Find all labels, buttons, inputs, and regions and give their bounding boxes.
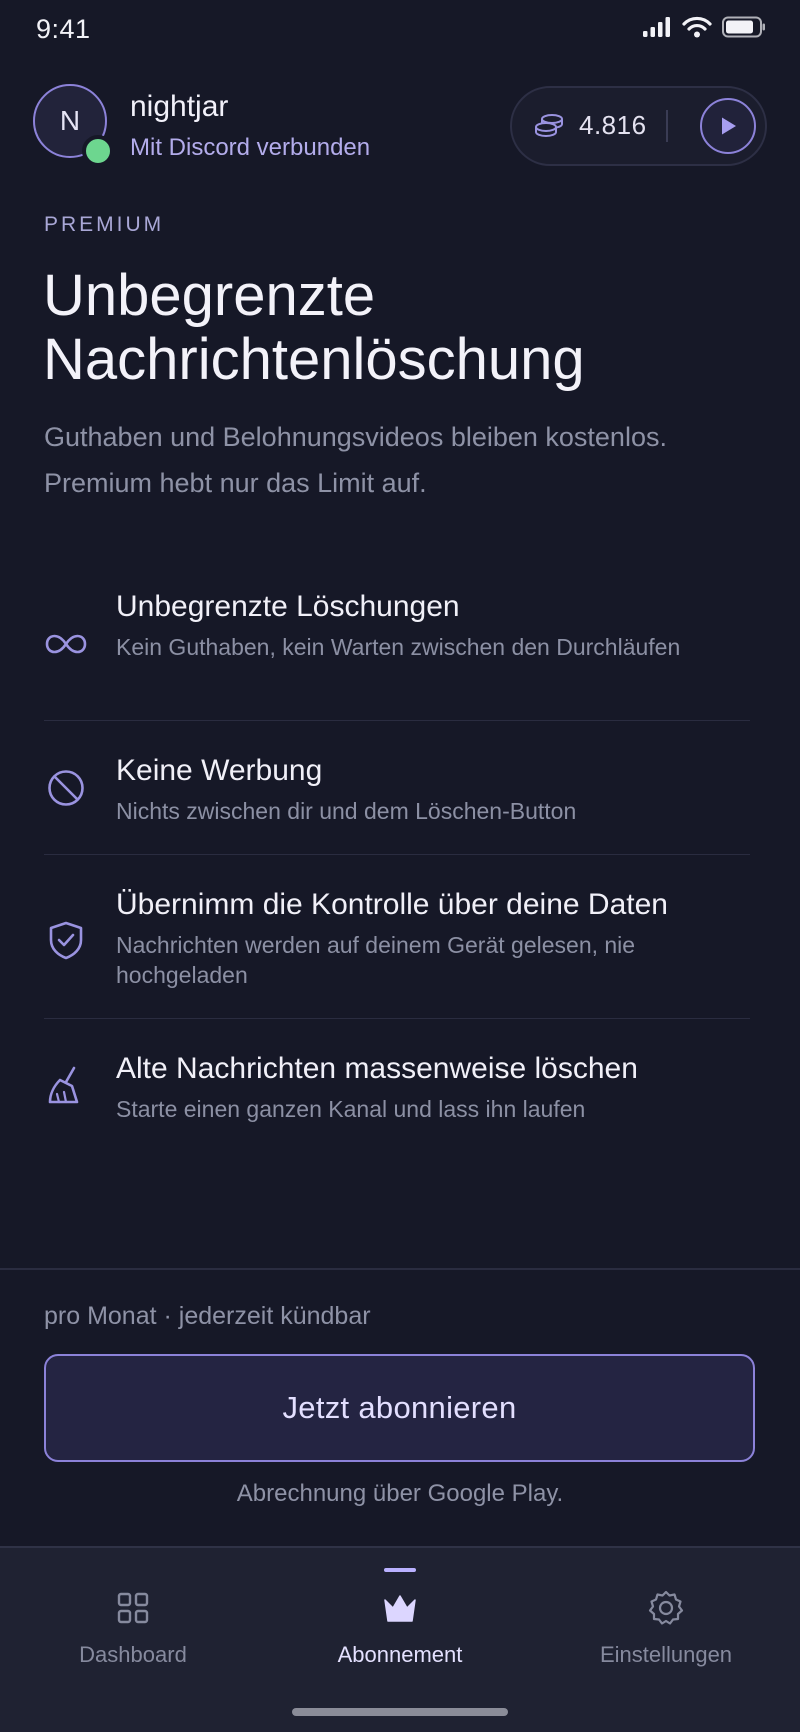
hero-subtext: Guthaben und Belohnungsvideos bleiben ko…: [44, 422, 667, 498]
nav-item-dashboard[interactable]: Dashboard: [23, 1588, 243, 1668]
nav-item-abonnement[interactable]: Abonnement: [290, 1588, 510, 1668]
feature-title: Unbegrenzte Löschungen: [116, 590, 460, 623]
wifi-icon: [682, 16, 712, 38]
pill-divider: [666, 110, 668, 142]
active-tab-indicator: [384, 1568, 416, 1572]
coins-icon: [535, 114, 563, 138]
feature-title: Übernimm die Kontrolle über deine Daten: [116, 888, 668, 921]
connection-status: Mit Discord verbunden: [130, 134, 371, 161]
nav-label: Dashboard: [79, 1642, 187, 1667]
feature-item: Keine Werbung Nichts zwischen dir und de…: [44, 754, 750, 826]
headline-line-1: Unbegrenzte: [43, 263, 376, 328]
watch-video-button[interactable]: [700, 98, 756, 154]
nav-label: Abonnement: [337, 1642, 463, 1667]
page-title: Unbegrenzte Nachrichtenlöschung: [43, 264, 763, 392]
infinity-icon: [45, 634, 87, 654]
credits-value: 4.816: [579, 110, 647, 140]
premium-eyebrow: PREMIUM: [44, 213, 165, 236]
subscribe-button-label: Jetzt abonnieren: [282, 1390, 517, 1425]
price-note: pro Monat · jederzeit kündbar: [44, 1302, 371, 1330]
feature-description: Starte einen ganzen Kanal und lass ihn l…: [116, 1096, 586, 1122]
battery-icon: [722, 16, 765, 38]
nav-label: Einstellungen: [599, 1642, 733, 1667]
cellular-signal-icon: [643, 17, 670, 37]
online-status-dot: [82, 135, 114, 167]
status-icons: [642, 16, 766, 38]
feature-description: Nichts zwischen dir und dem Löschen-Butt…: [116, 798, 577, 824]
bottom-nav: Dashboard Abonnement Einstellungen: [0, 1546, 800, 1732]
feature-title: Alte Nachrichten massenweise löschen: [116, 1052, 638, 1085]
no-ads-icon: [48, 770, 84, 806]
feature-title: Keine Werbung: [116, 754, 323, 787]
feature-divider: [44, 720, 750, 721]
purchase-panel-divider: [0, 1268, 800, 1270]
grid-icon: [117, 1592, 149, 1624]
shield-check-icon: [49, 921, 83, 960]
feature-item: Unbegrenzte Löschungen Kein Guthaben, ke…: [44, 590, 750, 690]
feature-item: Alte Nachrichten massenweise löschen Sta…: [44, 1052, 750, 1124]
subscribe-button[interactable]: Jetzt abonnieren: [44, 1354, 755, 1462]
billing-note: Abrechnung über Google Play.: [236, 1480, 564, 1507]
broom-icon: [48, 1066, 79, 1104]
username: nightjar: [130, 90, 229, 123]
feature-description: Kein Guthaben, kein Warten zwischen den …: [116, 634, 681, 660]
feature-description: Nachrichten werden auf deinem Gerät gele…: [116, 932, 636, 988]
avatar-initial: N: [59, 105, 81, 136]
status-time: 9:41: [36, 14, 91, 44]
feature-item: Übernimm die Kontrolle über deine Daten …: [44, 888, 750, 988]
crown-icon: [384, 1595, 416, 1622]
gear-icon: [648, 1590, 684, 1625]
feature-divider: [44, 1018, 750, 1019]
nav-item-einstellungen[interactable]: Einstellungen: [556, 1588, 776, 1668]
headline-line-2: Nachrichtenlöschung: [43, 327, 585, 392]
home-indicator[interactable]: [292, 1708, 508, 1716]
feature-divider: [44, 854, 750, 855]
play-icon: [722, 117, 736, 135]
